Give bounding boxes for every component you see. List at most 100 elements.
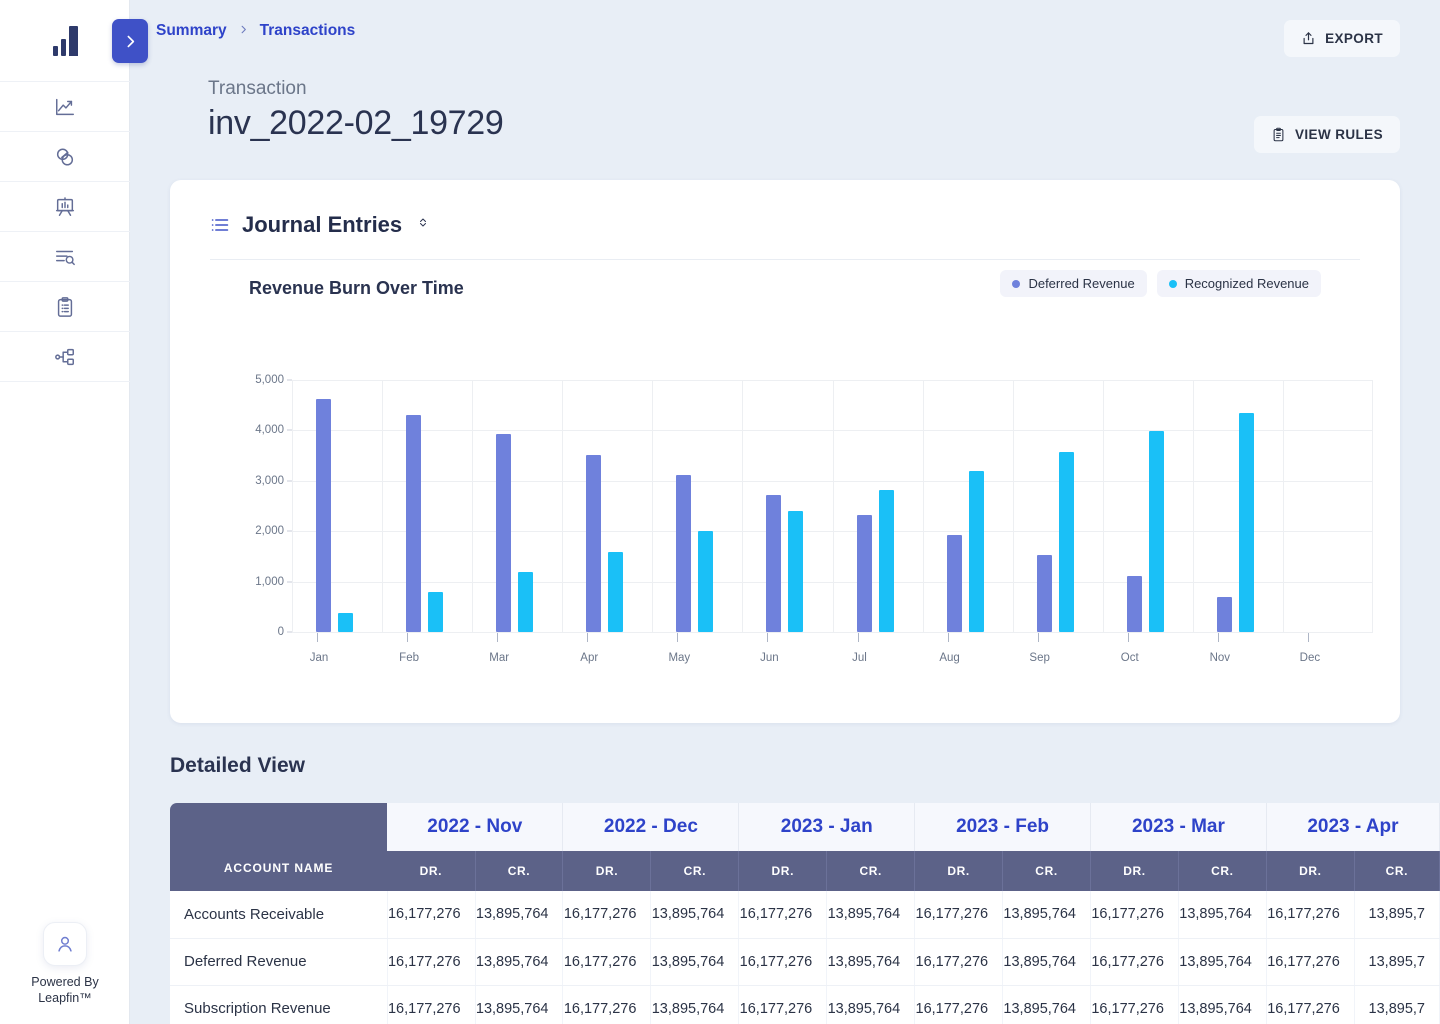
chart-bar[interactable]: [428, 592, 443, 632]
x-axis-label: Sep: [1029, 652, 1049, 664]
legend-dot-deferred: [1012, 280, 1020, 288]
legend-item-deferred[interactable]: Deferred Revenue: [1000, 270, 1146, 297]
breadcrumb-separator-icon: [238, 23, 249, 40]
chart-bar[interactable]: [766, 495, 781, 632]
y-axis-label: 2,000: [224, 525, 284, 537]
avatar[interactable]: [43, 922, 87, 966]
chart-bar[interactable]: [879, 490, 894, 632]
chart-bar[interactable]: [1127, 576, 1142, 632]
y-axis-label: 1,000: [224, 576, 284, 588]
x-axis-label: Dec: [1300, 652, 1320, 664]
chart-bar[interactable]: [788, 511, 803, 632]
sidebar-item-ledger[interactable]: [0, 282, 130, 332]
column-header-month[interactable]: 2023 - Jan: [739, 803, 915, 851]
chart-gridline-vertical: [382, 380, 383, 632]
chevron-updown-icon[interactable]: [417, 214, 429, 236]
main-content: Summary Transactions EXPORT: [130, 0, 1440, 1024]
breadcrumb-transactions[interactable]: Transactions: [260, 22, 356, 40]
chart-bar[interactable]: [1037, 555, 1052, 632]
topbar: Summary Transactions EXPORT: [130, 0, 1440, 72]
cell-amount: 13,895,764: [651, 891, 739, 938]
column-header-month[interactable]: 2022 - Nov: [387, 803, 563, 851]
user-icon: [54, 933, 76, 955]
presentation-chart-icon: [54, 196, 76, 218]
transaction-label: Transaction: [208, 78, 1440, 100]
column-header-cr: CR.: [1003, 851, 1091, 891]
column-header-dr: DR.: [1091, 851, 1179, 891]
chart-bar[interactable]: [608, 552, 623, 632]
sidebar-item-workflows[interactable]: [0, 332, 130, 382]
column-header-month[interactable]: 2023 - Mar: [1091, 803, 1267, 851]
journal-entries-header[interactable]: Journal Entries: [170, 180, 1400, 238]
list-search-icon: [54, 246, 76, 268]
x-axis-label: Oct: [1121, 652, 1139, 664]
detailed-view-table-wrap[interactable]: ACCOUNT NAME2022 - Nov2022 - Dec2023 - J…: [170, 803, 1440, 1024]
detailed-view-title: Detailed View: [170, 754, 305, 778]
chart-bar[interactable]: [406, 415, 421, 632]
column-header-account-name: ACCOUNT NAME: [170, 803, 387, 891]
chart-bar[interactable]: [1239, 413, 1254, 632]
powered-by-label: Powered By Leapfin™: [31, 974, 98, 1006]
cell-amount: 16,177,276: [563, 938, 651, 985]
clipboard-icon: [54, 296, 76, 318]
chart-bar[interactable]: [586, 455, 601, 632]
cell-amount: 13,895,764: [1178, 891, 1266, 938]
chart-bar[interactable]: [676, 475, 691, 632]
column-header-month[interactable]: 2023 - Apr: [1266, 803, 1439, 851]
cell-amount: 13,895,764: [651, 985, 739, 1024]
column-header-dr: DR.: [1266, 851, 1354, 891]
sidebar: Powered By Leapfin™: [0, 0, 130, 1024]
cell-amount: 16,177,276: [387, 891, 475, 938]
journal-entries-title: Journal Entries: [242, 212, 402, 238]
export-button[interactable]: EXPORT: [1284, 20, 1400, 57]
column-header-cr: CR.: [1178, 851, 1266, 891]
table-row[interactable]: Accounts Receivable16,177,27613,895,7641…: [170, 891, 1440, 938]
view-rules-button[interactable]: VIEW RULES: [1254, 116, 1400, 153]
chart-bar[interactable]: [1149, 431, 1164, 632]
y-axis-label: 3,000: [224, 475, 284, 487]
chart-bar[interactable]: [338, 613, 353, 632]
export-button-label: EXPORT: [1325, 31, 1383, 46]
chart-gridline-vertical: [833, 380, 834, 632]
x-axis-tick: [407, 633, 408, 642]
clipboard-icon: [1271, 127, 1286, 142]
table-row[interactable]: Subscription Revenue16,177,27613,895,764…: [170, 985, 1440, 1024]
cell-amount: 16,177,276: [1266, 938, 1354, 985]
chart-bar[interactable]: [1217, 597, 1232, 632]
cell-amount: 16,177,276: [739, 985, 827, 1024]
breadcrumb-summary[interactable]: Summary: [156, 22, 227, 40]
column-header-dr: DR.: [915, 851, 1003, 891]
sidebar-item-connections[interactable]: [0, 132, 130, 182]
table-row[interactable]: Deferred Revenue16,177,27613,895,76416,1…: [170, 938, 1440, 985]
chart-bar[interactable]: [857, 515, 872, 632]
column-header-month[interactable]: 2023 - Feb: [915, 803, 1091, 851]
journal-entries-card: Journal Entries Revenue Burn Over Time D…: [170, 180, 1400, 723]
chart-bar[interactable]: [969, 471, 984, 632]
x-axis-label: Mar: [489, 652, 509, 664]
y-axis-label: 5,000: [224, 374, 284, 386]
chart-bar[interactable]: [518, 572, 533, 632]
chart-bar[interactable]: [496, 434, 511, 632]
cell-amount: 13,895,764: [1003, 985, 1091, 1024]
cell-amount: 13,895,764: [475, 891, 563, 938]
breadcrumb: Summary Transactions: [156, 22, 1440, 40]
legend-item-recognized[interactable]: Recognized Revenue: [1157, 270, 1321, 297]
chart-gridline-vertical: [1193, 380, 1194, 632]
sidebar-item-search[interactable]: [0, 232, 130, 282]
x-axis-tick: [1218, 633, 1219, 642]
x-axis-label: Jan: [310, 652, 329, 664]
powered-by-line2: Leapfin™: [31, 990, 98, 1006]
sidebar-item-reports[interactable]: [0, 182, 130, 232]
chart-bar[interactable]: [698, 531, 713, 632]
share-upload-icon: [1301, 31, 1316, 46]
sidebar-collapse-button[interactable]: [112, 19, 148, 63]
x-axis-label: Jun: [760, 652, 779, 664]
chart-bar[interactable]: [947, 535, 962, 632]
chart-bar[interactable]: [316, 399, 331, 632]
column-header-dr: DR.: [387, 851, 475, 891]
detailed-view-table: ACCOUNT NAME2022 - Nov2022 - Dec2023 - J…: [170, 803, 1440, 1024]
chart-bar[interactable]: [1059, 452, 1074, 632]
column-header-month[interactable]: 2022 - Dec: [563, 803, 739, 851]
sidebar-item-analytics[interactable]: [0, 82, 130, 132]
cell-amount: 16,177,276: [1091, 891, 1179, 938]
